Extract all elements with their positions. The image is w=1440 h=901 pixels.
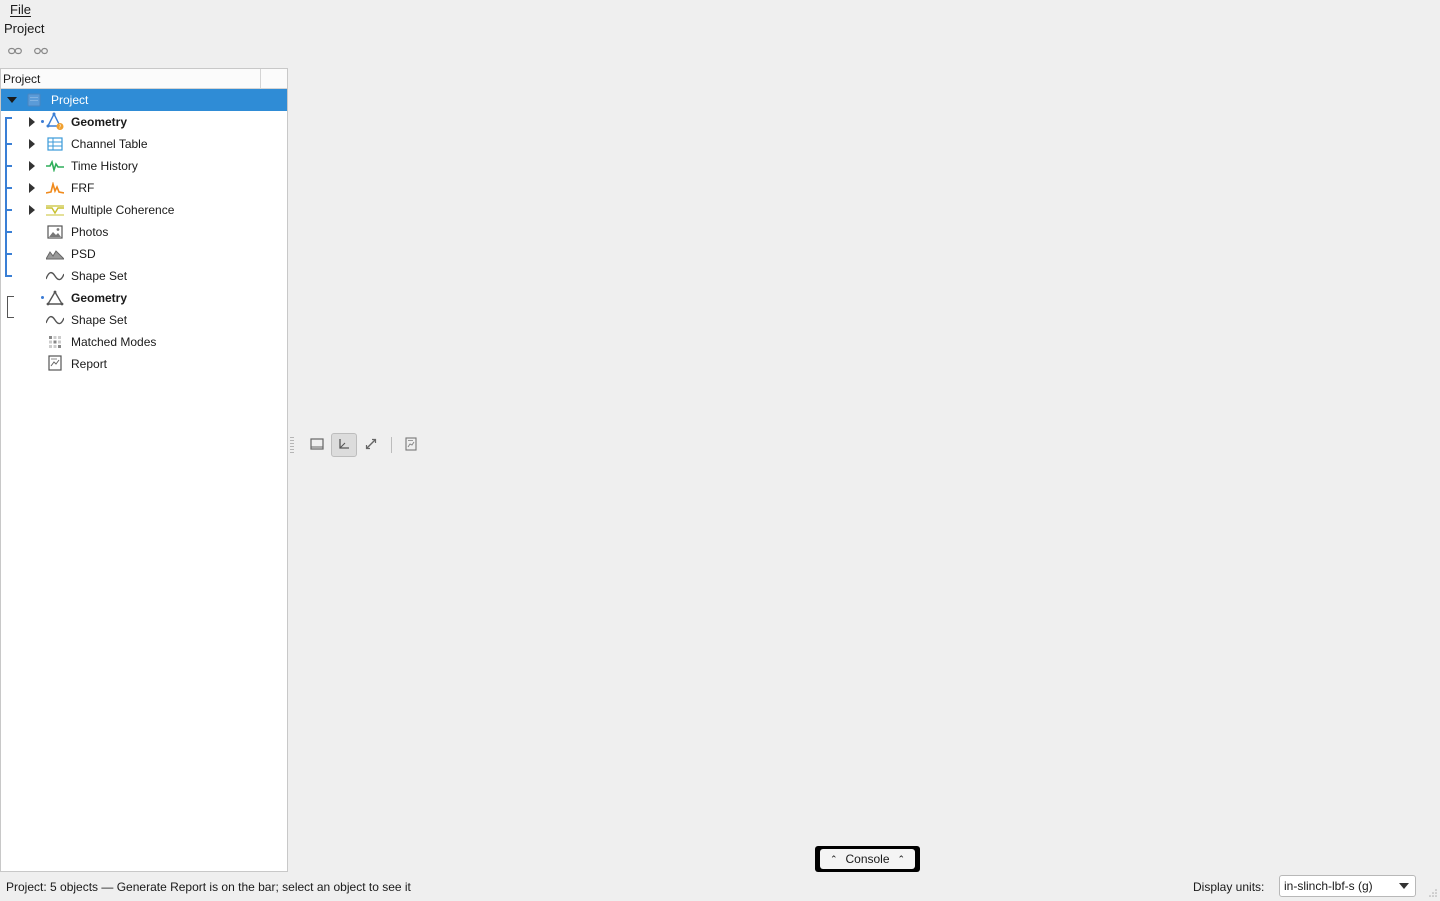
shape-set-icon <box>46 312 64 328</box>
frf-icon <box>46 180 64 196</box>
tree-item-label: Time History <box>71 159 138 173</box>
tree-column-header[interactable]: Project <box>3 72 40 86</box>
console-label: Console <box>845 852 890 866</box>
tree-row-project[interactable]: Project <box>1 89 287 111</box>
tree-item-label: Project <box>51 93 89 107</box>
geometry-warning-icon: ? <box>46 112 64 131</box>
tree-row-multiple-coherence[interactable]: Multiple Coherence <box>1 199 287 221</box>
expand-icon[interactable] <box>27 139 37 149</box>
link-icon[interactable] <box>6 44 24 58</box>
geometry-icon <box>46 290 64 306</box>
tree-item-label: Report <box>71 357 108 371</box>
axes-button[interactable] <box>331 433 357 457</box>
tree-row-time-history[interactable]: Time History <box>1 155 287 177</box>
tree-item-label: Geometry <box>71 115 128 129</box>
table-icon <box>46 136 64 152</box>
tree-item-label: Channel Table <box>71 137 148 151</box>
expand-icon[interactable] <box>27 117 37 127</box>
tree-item-label: Shape Set <box>71 313 128 327</box>
display-units-select[interactable]: in-slinch-lbf-s (g) <box>1279 875 1416 897</box>
tree-row-frf[interactable]: FRF <box>1 177 287 199</box>
tree-header[interactable]: Project <box>1 69 287 89</box>
psd-icon <box>46 246 64 262</box>
panel-title: Project <box>4 21 45 36</box>
display-units-value: in-slinch-lbf-s (g) <box>1284 879 1373 893</box>
svg-text:?: ? <box>59 125 62 131</box>
tree-row-geometry[interactable]: ? Geometry <box>1 111 287 133</box>
link-toolbar <box>6 44 50 60</box>
menu-bar: File <box>0 0 1440 20</box>
tree-item-label: Photos <box>71 225 109 239</box>
matched-modes-icon <box>46 334 64 350</box>
caret-up-icon: ⌃ <box>829 853 838 864</box>
tree-row-shape-set-2[interactable]: Shape Set <box>1 309 287 331</box>
axes-icon <box>338 438 350 453</box>
column-separator <box>260 69 261 89</box>
tree-item-label: FRF <box>71 181 95 195</box>
status-text: Project: 5 objects — Generate Report is … <box>6 880 411 894</box>
image-icon <box>46 224 64 240</box>
tree-item-label: Multiple Coherence <box>71 203 175 217</box>
tree-row-shape-set[interactable]: Shape Set <box>1 265 287 287</box>
project-tree[interactable]: Project Project ? Geometry Channel Table… <box>0 68 288 872</box>
frame-icon <box>310 437 324 453</box>
file-menu[interactable]: File <box>10 2 31 17</box>
report-icon <box>405 436 417 454</box>
tree-item-label: Matched Modes <box>71 335 157 349</box>
toolbar-separator <box>391 437 392 453</box>
diagonal-button[interactable] <box>358 433 384 457</box>
collapse-icon[interactable] <box>7 95 17 105</box>
chevron-down-icon <box>1399 883 1409 889</box>
expand-icon[interactable] <box>27 183 37 193</box>
shape-set-icon <box>46 268 64 284</box>
coherence-icon <box>46 202 64 218</box>
console-toggle[interactable]: ⌃ Console ⌃ <box>815 846 920 872</box>
status-dot <box>41 296 44 299</box>
diagonal-icon <box>365 438 377 453</box>
caret-up-icon: ⌃ <box>897 853 906 864</box>
tree-row-photos[interactable]: Photos <box>1 221 287 243</box>
report-icon <box>46 355 64 371</box>
tree-item-label: Shape Set <box>71 269 128 283</box>
expand-icon[interactable] <box>27 205 37 215</box>
project-icon <box>25 92 43 108</box>
tree-row-psd[interactable]: PSD <box>1 243 287 265</box>
console-button[interactable]: ⌃ Console ⌃ <box>820 849 915 869</box>
tree-row-report[interactable]: Report <box>1 353 287 375</box>
time-history-icon <box>46 158 64 174</box>
toolbar-grip[interactable] <box>290 437 294 453</box>
display-units-label: Display units: <box>1193 880 1265 894</box>
unlink-icon[interactable] <box>32 44 50 58</box>
tree-item-label: Geometry <box>71 291 128 305</box>
generate-report-button[interactable] <box>398 433 424 457</box>
tree-item-label: PSD <box>71 247 96 261</box>
tree-row-geometry-2[interactable]: Geometry <box>1 287 287 309</box>
tree-row-channel-table[interactable]: Channel Table <box>1 133 287 155</box>
tree-row-matched-modes[interactable]: Matched Modes <box>1 331 287 353</box>
status-dot <box>41 120 44 123</box>
expand-icon[interactable] <box>27 161 37 171</box>
resize-grip-icon[interactable] <box>1427 887 1438 898</box>
view-toolbar <box>290 433 425 457</box>
frame-button[interactable] <box>304 433 330 457</box>
